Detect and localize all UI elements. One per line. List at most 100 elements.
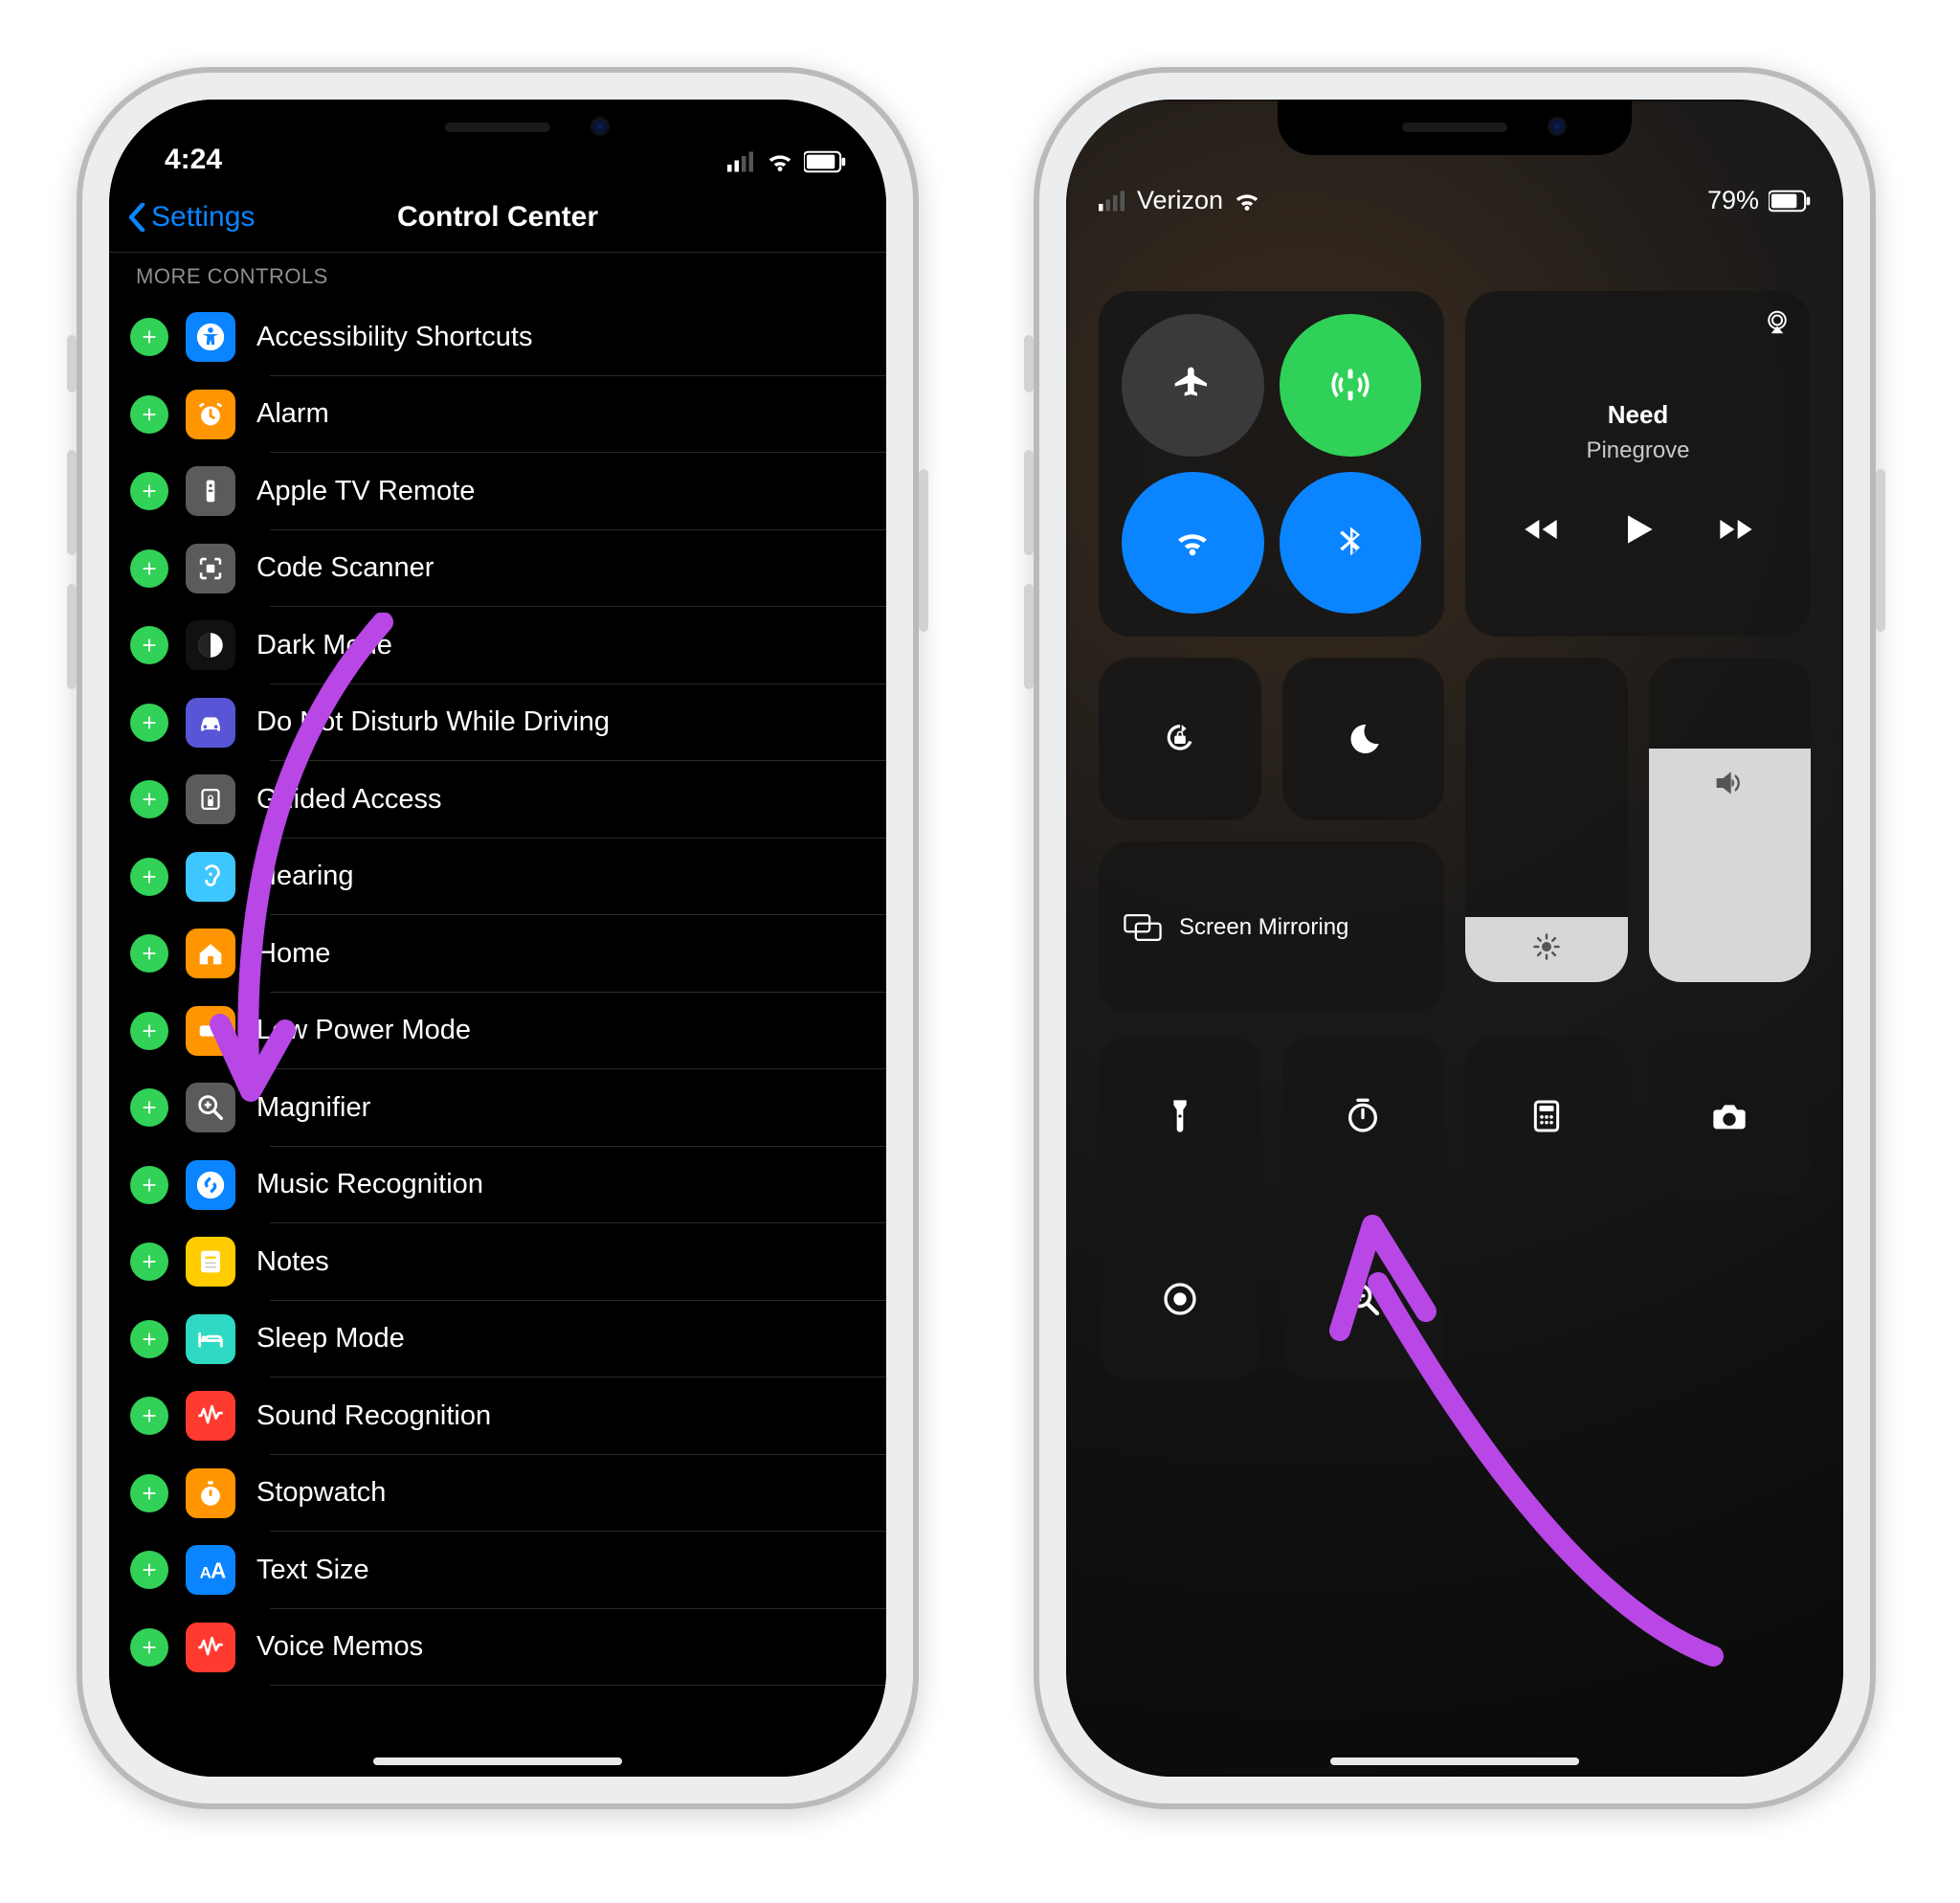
phone-left-screen: 4:24 Settings Control Center MORE CONTRO… [109, 100, 886, 1777]
connectivity-tile[interactable] [1099, 291, 1444, 637]
home-indicator[interactable] [373, 1757, 622, 1765]
remote-icon [186, 466, 235, 516]
control-row[interactable]: Guided Access [109, 761, 886, 839]
control-row[interactable]: Alarm [109, 376, 886, 454]
control-label: Code Scanner [256, 552, 434, 584]
lock-icon [186, 774, 235, 824]
control-label: Accessibility Shortcuts [256, 322, 533, 353]
volume-slider[interactable] [1649, 658, 1812, 982]
more-controls-list: Accessibility Shortcuts Alarm Apple TV R… [109, 299, 886, 1686]
voice-icon [186, 1623, 235, 1672]
control-label: Sound Recognition [256, 1400, 491, 1432]
play-button[interactable] [1617, 508, 1659, 550]
add-button[interactable] [130, 1397, 168, 1435]
control-row[interactable]: Sleep Mode [109, 1301, 886, 1378]
control-label: Alarm [256, 398, 329, 430]
control-row[interactable]: Home [109, 915, 886, 993]
ear-icon [186, 852, 235, 902]
add-button[interactable] [130, 472, 168, 510]
flashlight-tile[interactable] [1099, 1035, 1261, 1198]
forward-button[interactable] [1717, 510, 1755, 549]
bed-icon [186, 1314, 235, 1364]
chevron-left-icon [128, 203, 145, 232]
magnify-icon [186, 1083, 235, 1132]
control-row[interactable]: Low Power Mode [109, 993, 886, 1070]
rewind-button[interactable] [1522, 510, 1560, 549]
settings-control-center-screen: 4:24 Settings Control Center MORE CONTRO… [109, 100, 886, 1777]
control-label: Sleep Mode [256, 1323, 405, 1354]
shazam-icon [186, 1160, 235, 1210]
bluetooth-toggle[interactable] [1280, 472, 1422, 615]
text-icon: AA [186, 1545, 235, 1595]
dark-icon [186, 620, 235, 670]
screen-record-tile[interactable] [1099, 1219, 1261, 1381]
control-row[interactable]: Voice Memos [109, 1609, 886, 1687]
add-button[interactable] [130, 1243, 168, 1281]
add-button[interactable] [130, 1551, 168, 1589]
airplane-mode-toggle[interactable] [1122, 314, 1264, 457]
control-row[interactable]: Stopwatch [109, 1455, 886, 1533]
battery-icon [804, 147, 846, 176]
home-indicator[interactable] [1330, 1757, 1579, 1765]
control-row[interactable]: Music Recognition [109, 1147, 886, 1224]
do-not-disturb-toggle[interactable] [1282, 658, 1445, 820]
control-label: Apple TV Remote [256, 476, 475, 507]
control-row[interactable]: Code Scanner [109, 530, 886, 608]
control-label: Magnifier [256, 1092, 370, 1124]
add-button[interactable] [130, 780, 168, 818]
add-button[interactable] [130, 1628, 168, 1667]
control-label: Home [256, 938, 330, 970]
back-button[interactable]: Settings [109, 201, 255, 234]
notes-icon [186, 1237, 235, 1287]
control-row[interactable]: Do Not Disturb While Driving [109, 684, 886, 762]
status-icons [727, 147, 846, 176]
control-label: Stopwatch [256, 1477, 386, 1509]
orientation-lock-toggle[interactable] [1099, 658, 1261, 820]
control-row[interactable]: Notes [109, 1223, 886, 1301]
control-row[interactable]: Accessibility Shortcuts [109, 299, 886, 376]
add-button[interactable] [130, 1088, 168, 1127]
add-button[interactable] [130, 1474, 168, 1512]
side-button [919, 469, 928, 632]
add-button[interactable] [130, 1166, 168, 1204]
control-row[interactable]: Dark Mode [109, 607, 886, 684]
add-button[interactable] [130, 549, 168, 588]
side-button [1876, 469, 1885, 632]
add-button[interactable] [130, 704, 168, 742]
phone-left: 4:24 Settings Control Center MORE CONTRO… [77, 67, 919, 1809]
battery-icon [186, 1006, 235, 1056]
wifi-icon [766, 147, 794, 176]
control-center-panel: Need Pinegrove Screen Mirroring [1099, 291, 1811, 1380]
notch [1278, 100, 1632, 155]
add-button[interactable] [130, 1012, 168, 1050]
wifi-toggle[interactable] [1122, 472, 1264, 615]
control-label: Music Recognition [256, 1169, 483, 1200]
calculator-tile[interactable] [1465, 1035, 1628, 1198]
home-icon [186, 929, 235, 978]
add-button[interactable] [130, 934, 168, 973]
control-label: Notes [256, 1246, 329, 1278]
add-button[interactable] [130, 858, 168, 896]
brightness-slider[interactable] [1465, 658, 1628, 982]
control-row[interactable]: Hearing [109, 839, 886, 916]
volume-down-button [67, 584, 77, 689]
magnifier-tile[interactable] [1282, 1219, 1445, 1381]
add-button[interactable] [130, 626, 168, 664]
airplay-icon[interactable] [1763, 308, 1792, 337]
svg-text:A: A [211, 1558, 226, 1583]
add-button[interactable] [130, 1320, 168, 1358]
now-playing-tile[interactable]: Need Pinegrove [1465, 291, 1811, 637]
add-button[interactable] [130, 318, 168, 356]
brightness-icon [1532, 932, 1561, 961]
add-button[interactable] [130, 395, 168, 434]
control-row[interactable]: Apple TV Remote [109, 453, 886, 530]
control-row[interactable]: Magnifier [109, 1069, 886, 1147]
timer-tile[interactable] [1282, 1035, 1445, 1198]
alarm-icon [186, 390, 235, 439]
cellular-data-toggle[interactable] [1280, 314, 1422, 457]
control-row[interactable]: Sound Recognition [109, 1377, 886, 1455]
screen-mirroring-tile[interactable]: Screen Mirroring [1099, 841, 1444, 1015]
control-row[interactable]: AA Text Size [109, 1532, 886, 1609]
camera-tile[interactable] [1649, 1035, 1812, 1198]
screen-mirroring-icon [1124, 908, 1162, 947]
